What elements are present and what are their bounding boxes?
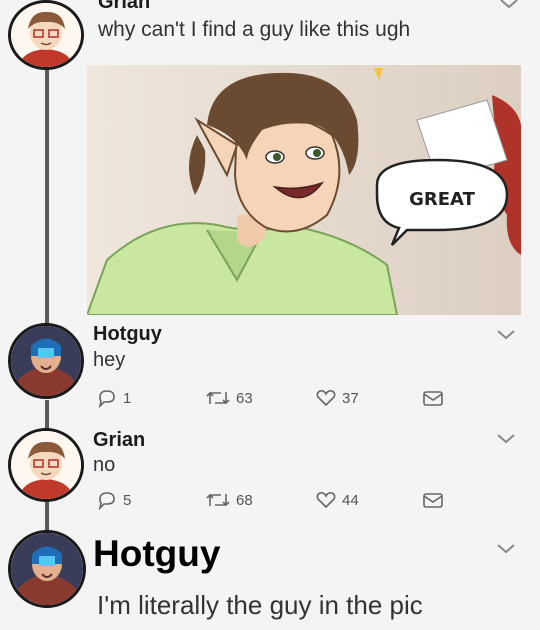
mail-icon [423, 493, 443, 508]
retweet-button[interactable]: 63 [205, 388, 253, 408]
chevron-down-icon[interactable] [497, 0, 521, 12]
like-count: 44 [342, 491, 359, 509]
avatar[interactable] [8, 428, 84, 502]
retweet-count: 68 [236, 491, 253, 509]
chevron-down-icon[interactable] [494, 541, 518, 557]
dm-button[interactable] [421, 490, 445, 510]
chevron-down-icon[interactable] [494, 431, 518, 447]
grian-avatar-icon [11, 431, 81, 499]
tweet-text: no [93, 454, 116, 476]
thread-line [45, 68, 49, 330]
hotguy-avatar-icon [11, 533, 83, 605]
tweet-image[interactable]: GREAT [87, 65, 521, 315]
tweet-text: why can't I find a guy like this ugh [98, 18, 411, 41]
retweet-icon [206, 391, 230, 405]
grian-avatar-icon [11, 3, 81, 67]
retweet-count: 63 [236, 389, 253, 407]
tweet-author[interactable]: Grian [98, 0, 150, 14]
avatar[interactable] [8, 323, 84, 399]
like-button[interactable]: 44 [315, 490, 359, 510]
tweet-text: hey [93, 349, 126, 371]
avatar[interactable] [8, 530, 86, 608]
heart-icon [316, 390, 336, 407]
reply-button[interactable]: 1 [96, 388, 131, 408]
retweet-icon [206, 493, 230, 507]
tweet-text: I'm literally the guy in the pic [97, 590, 423, 620]
reply-button[interactable]: 5 [96, 490, 131, 510]
reply-count: 1 [123, 389, 132, 407]
tweet-author[interactable]: Grian [93, 429, 145, 452]
avatar[interactable] [8, 0, 84, 70]
like-count: 37 [342, 389, 359, 407]
mail-icon [423, 391, 443, 406]
illustration: GREAT [87, 65, 521, 315]
reply-icon [98, 390, 115, 408]
tweet-author[interactable]: Hotguy [93, 533, 220, 575]
like-button[interactable]: 37 [315, 388, 359, 408]
retweet-button[interactable]: 68 [205, 490, 253, 510]
hotguy-avatar-icon [11, 326, 81, 396]
dm-button[interactable] [421, 388, 445, 408]
reply-icon [98, 492, 115, 510]
reply-count: 5 [123, 491, 132, 509]
speech-bubble-text: GREAT [409, 189, 475, 210]
tweet-author[interactable]: Hotguy [93, 323, 162, 346]
chevron-down-icon[interactable] [494, 327, 518, 343]
heart-icon [316, 492, 336, 509]
